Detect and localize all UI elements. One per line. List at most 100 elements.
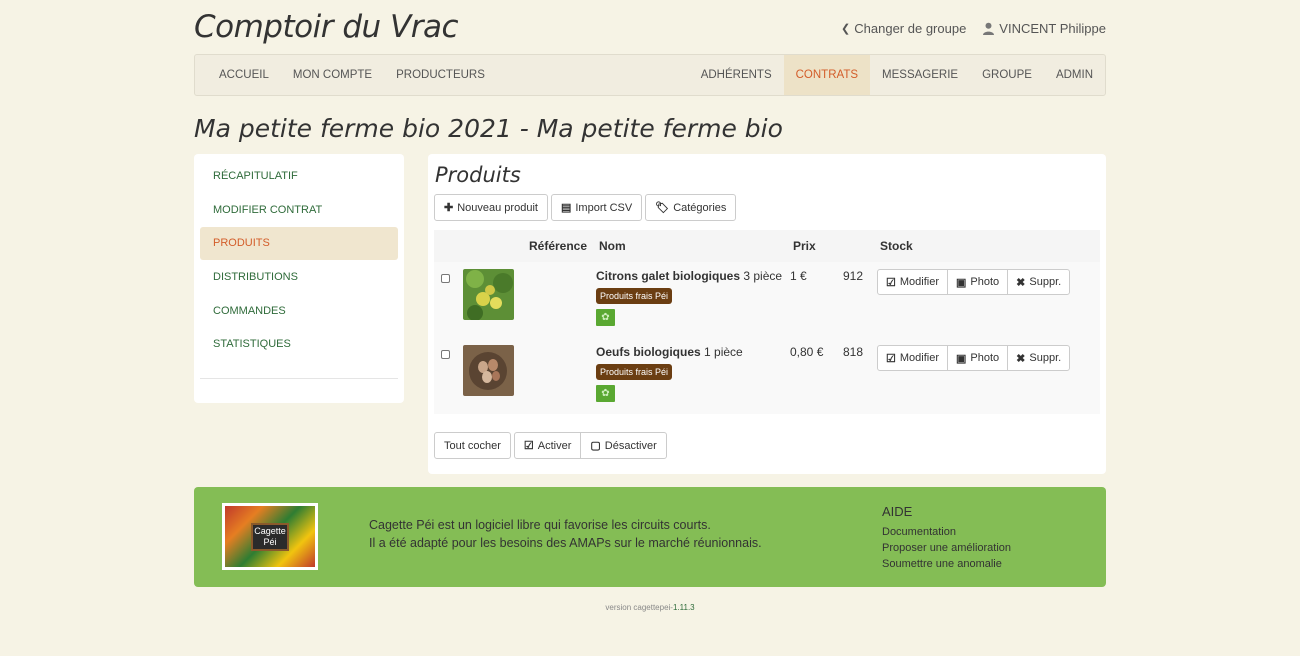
category-badge: Produits frais Péi: [596, 288, 673, 304]
square-icon: ▢: [590, 440, 601, 452]
products-table: Référence Nom Prix Stock Citrons galet b…: [434, 230, 1100, 414]
sidebar-item-distributions[interactable]: DISTRIBUTIONS: [200, 261, 398, 294]
import-csv-button[interactable]: ▤ Import CSV: [550, 194, 643, 221]
activation-group: ☑ Activer ▢ Désactiver: [513, 432, 667, 459]
import-csv-label: Import CSV: [575, 201, 633, 214]
deactivate-button[interactable]: ▢ Désactiver: [580, 432, 667, 459]
product-name: Oeufs biologiques: [596, 345, 701, 359]
photo-product-button[interactable]: ▣ Photo: [947, 269, 1009, 295]
footer: Cagette Péi Cagette Péi est un logiciel …: [194, 487, 1106, 587]
col-name: Nom: [596, 230, 790, 262]
footer-line-2: Il a été adapté pour les besoins des AMA…: [369, 536, 762, 550]
delete-label: Suppr.: [1029, 352, 1062, 364]
new-product-button[interactable]: ✚ Nouveau produit: [434, 194, 548, 221]
list-icon: ▤: [560, 202, 572, 214]
help-link-bug-report[interactable]: Soumettre une anomalie: [882, 556, 1011, 572]
edit-icon: ☑: [886, 352, 896, 365]
products-panel: Produits ✚ Nouveau produit ▤ Import CSV …: [428, 154, 1106, 474]
photo-label: Photo: [970, 352, 1000, 364]
sidebar-item-produits[interactable]: PRODUITS: [200, 227, 398, 261]
brand-title[interactable]: Comptoir du Vrac: [194, 9, 459, 45]
footer-line-1: Cagette Péi est un logiciel libre qui fa…: [369, 518, 711, 532]
version-label: version cagettepei-: [605, 603, 673, 612]
col-stock-value: [843, 230, 877, 262]
logo-text-2: Péi: [263, 537, 277, 547]
organic-leaf-icon: ✿: [596, 385, 615, 402]
row-checkbox[interactable]: [441, 274, 450, 283]
check-square-icon: ☑: [523, 440, 534, 452]
product-price: 0,80 €: [790, 338, 843, 414]
sidebar-divider: [200, 378, 398, 380]
logo-board: Cagette Péi: [251, 523, 289, 551]
products-toolbar: ✚ Nouveau produit ▤ Import CSV 🏷 Catégor…: [434, 194, 737, 221]
nav-groupe[interactable]: GROUPE: [970, 55, 1044, 95]
nav-adherents[interactable]: ADHÉRENTS: [689, 55, 784, 95]
row-actions: ☑ Modifier ▣ Photo ✖ Suppr.: [877, 269, 1071, 295]
nav-admin[interactable]: ADMIN: [1044, 55, 1105, 95]
product-price: 1 €: [790, 262, 843, 338]
change-group-label: Changer de groupe: [854, 21, 967, 36]
col-image: [463, 230, 526, 262]
activate-button[interactable]: ☑ Activer: [513, 432, 582, 459]
nav-mon-compte[interactable]: MON COMPTE: [281, 55, 384, 95]
photo-product-button[interactable]: ▣ Photo: [947, 345, 1009, 371]
categories-label: Catégories: [673, 201, 727, 214]
product-qty: 3 pièce: [743, 269, 783, 283]
footer-description: Cagette Péi est un logiciel libre qui fa…: [369, 516, 762, 552]
edit-product-button[interactable]: ☑ Modifier: [877, 345, 948, 371]
page-title: Ma petite ferme bio 2021 - Ma petite fer…: [194, 114, 783, 143]
product-stock: 912: [843, 262, 877, 338]
nav-contrats[interactable]: CONTRATS: [783, 55, 871, 95]
product-image[interactable]: [463, 345, 514, 396]
change-group-link[interactable]: ❮ Changer de groupe: [841, 21, 966, 36]
close-icon: ✖: [1016, 352, 1026, 365]
deactivate-label: Désactiver: [604, 439, 657, 452]
col-stock: Stock: [877, 230, 1100, 262]
tag-icon: 🏷: [655, 202, 670, 214]
delete-product-button[interactable]: ✖ Suppr.: [1007, 269, 1071, 295]
col-price: Prix: [790, 230, 843, 262]
product-reference: [526, 338, 596, 414]
cagette-logo[interactable]: Cagette Péi: [222, 503, 318, 570]
help-link-suggestion[interactable]: Proposer une amélioration: [882, 540, 1011, 556]
edit-label: Modifier: [899, 352, 939, 364]
activate-label: Activer: [537, 439, 572, 452]
footer-help: AIDE Documentation Proposer une améliora…: [882, 504, 1011, 572]
organic-leaf-icon: ✿: [596, 309, 615, 326]
user-icon: [983, 22, 995, 35]
edit-product-button[interactable]: ☑ Modifier: [877, 269, 948, 295]
sidebar-item-recapitulatif[interactable]: RÉCAPITULATIF: [200, 160, 398, 193]
image-icon: ▣: [956, 276, 967, 289]
top-links: ❮ Changer de groupe VINCENT Philippe: [841, 21, 1106, 36]
product-qty: 1 pièce: [704, 345, 743, 359]
product-stock: 818: [843, 338, 877, 414]
product-image[interactable]: [463, 269, 514, 320]
delete-label: Suppr.: [1029, 276, 1062, 288]
photo-label: Photo: [970, 276, 1000, 288]
new-product-label: Nouveau produit: [457, 201, 538, 214]
logo-image: Cagette Péi: [225, 506, 315, 567]
nav-producteurs[interactable]: PRODUCTEURS: [384, 55, 497, 95]
categories-button[interactable]: 🏷 Catégories: [645, 194, 737, 221]
close-icon: ✖: [1016, 276, 1026, 289]
products-title: Produits: [435, 163, 521, 187]
nav-accueil[interactable]: ACCUEIL: [207, 55, 281, 95]
edit-icon: ☑: [886, 276, 896, 289]
delete-product-button[interactable]: ✖ Suppr.: [1007, 345, 1071, 371]
main-nav: ACCUEIL MON COMPTE PRODUCTEURS ADHÉRENTS…: [194, 54, 1106, 96]
check-all-button[interactable]: Tout cocher: [434, 432, 511, 459]
plus-icon: ✚: [444, 202, 454, 214]
user-name: VINCENT Philippe: [999, 21, 1106, 36]
sidebar-item-modifier-contrat[interactable]: MODIFIER CONTRAT: [200, 194, 398, 227]
sidebar-item-commandes[interactable]: COMMANDES: [200, 295, 398, 328]
row-checkbox[interactable]: [441, 350, 450, 359]
version-number[interactable]: 1.11.3: [673, 603, 695, 612]
user-link[interactable]: VINCENT Philippe: [982, 21, 1106, 36]
sidebar-item-statistiques[interactable]: STATISTIQUES: [200, 328, 398, 361]
help-link-documentation[interactable]: Documentation: [882, 524, 1011, 540]
bulk-toolbar: Tout cocher ☑ Activer ▢ Désactiver: [434, 432, 667, 459]
product-reference: [526, 262, 596, 338]
table-row: Citrons galet biologiques 3 pièce Produi…: [434, 262, 1100, 338]
nav-messagerie[interactable]: MESSAGERIE: [870, 55, 970, 95]
row-actions: ☑ Modifier ▣ Photo ✖ Suppr.: [877, 345, 1071, 371]
